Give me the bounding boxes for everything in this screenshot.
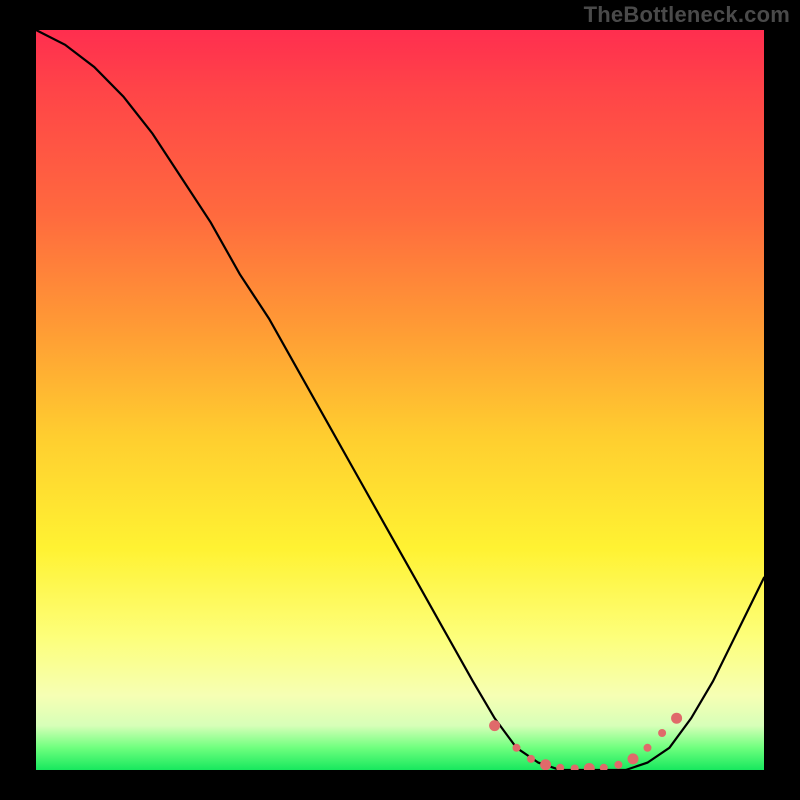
sweet-spot-point — [614, 761, 622, 769]
sweet-spot-point — [671, 713, 682, 724]
chart-frame: TheBottleneck.com — [0, 0, 800, 800]
watermark-text: TheBottleneck.com — [584, 2, 790, 28]
sweet-spot-point — [584, 763, 595, 770]
sweet-spot-point — [556, 764, 564, 770]
sweet-spot-point — [600, 764, 608, 770]
sweet-spot-point — [513, 744, 521, 752]
sweet-spot-point — [527, 755, 535, 763]
sweet-spot-point — [658, 729, 666, 737]
sweet-spot-point — [489, 720, 500, 731]
sweet-spot-point — [628, 753, 639, 764]
sweet-spot-point — [644, 744, 652, 752]
sweet-spot-point — [540, 759, 551, 770]
sweet-spot-point — [571, 765, 579, 771]
sweet-spot-markers — [489, 713, 682, 770]
bottleneck-curve — [36, 30, 764, 770]
chart-overlay — [36, 30, 764, 770]
